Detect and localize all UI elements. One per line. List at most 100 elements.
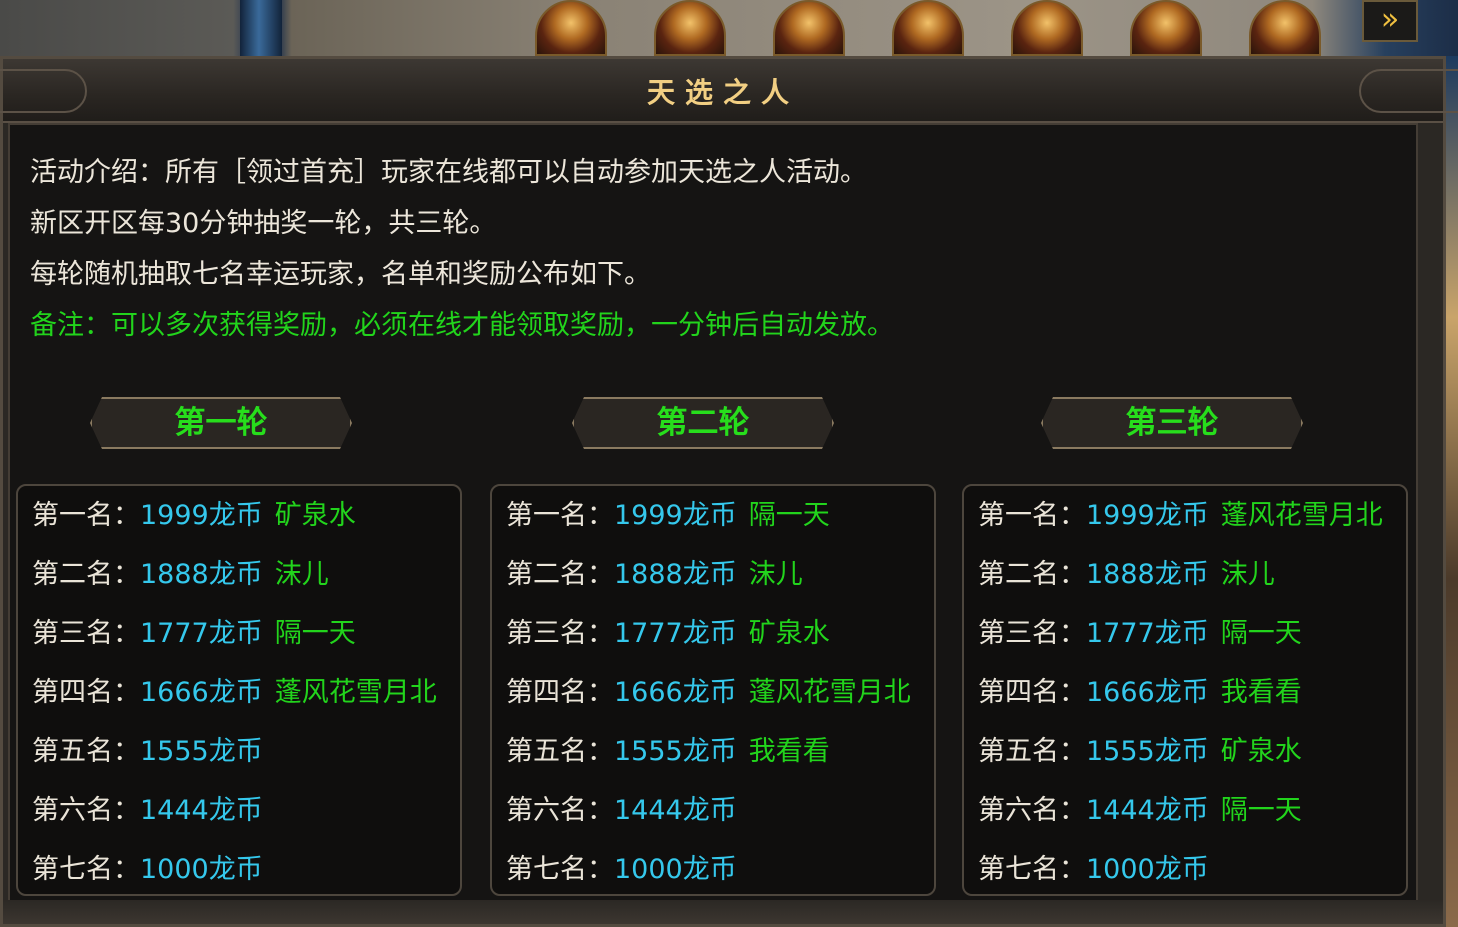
rank-label: 第二名： <box>32 559 140 590</box>
panel-bottom-border <box>3 900 1443 924</box>
rank-label: 第三名： <box>32 618 140 649</box>
intro-note: 备注：可以多次获得奖励，必须在线才能领取奖励，一分钟后自动发放。 <box>30 310 894 341</box>
rank-label: 第一名： <box>978 500 1086 531</box>
result-row: 第一名：1999龙币 矿泉水 <box>32 496 356 536</box>
reward-amount: 1888龙币 <box>1086 559 1209 590</box>
rank-label: 第四名： <box>506 677 614 708</box>
panel-title-bar: 天选之人 <box>0 59 1458 123</box>
intro-line-3: 每轮随机抽取七名幸运玩家，名单和奖励公布如下。 <box>30 259 651 290</box>
round-2-header: 第二轮 <box>572 397 834 449</box>
rank-label: 第五名： <box>506 736 614 767</box>
game-top-toolbar: » <box>0 0 1458 56</box>
reward-amount: 1000龙币 <box>1086 854 1209 885</box>
result-row: 第六名：1444龙币 隔一天 <box>978 791 1302 831</box>
player-name: 沫儿 <box>1220 559 1275 590</box>
reward-amount: 1999龙币 <box>1086 500 1209 531</box>
player-name: 蓬风花雪月北 <box>748 677 911 708</box>
background-pillar <box>240 0 282 56</box>
result-row: 第四名：1666龙币 我看看 <box>978 673 1302 713</box>
player-name: 隔一天 <box>748 500 830 531</box>
result-row: 第一名：1999龙币 隔一天 <box>506 496 830 536</box>
result-row: 第二名：1888龙币 沫儿 <box>978 555 1275 595</box>
reward-amount: 1555龙币 <box>140 736 263 767</box>
reward-amount: 1666龙币 <box>614 677 737 708</box>
activity-icon-bar <box>535 0 1321 56</box>
result-row: 第三名：1777龙币 隔一天 <box>32 614 356 654</box>
rank-label: 第六名： <box>978 795 1086 826</box>
reward-amount: 1777龙币 <box>1086 618 1209 649</box>
reward-amount: 1777龙币 <box>614 618 737 649</box>
reward-amount: 1666龙币 <box>140 677 263 708</box>
activity-icon[interactable] <box>654 0 726 56</box>
reward-amount: 1444龙币 <box>1086 795 1209 826</box>
round-3-results: 第一名：1999龙币 蓬风花雪月北 第二名：1888龙币 沫儿 第三名：1777龙币… <box>962 484 1408 896</box>
player-name: 隔一天 <box>1220 795 1302 826</box>
result-row: 第七名：1000龙币 <box>506 850 749 890</box>
intro-line-2: 新区开区每30分钟抽奖一轮，共三轮。 <box>30 208 497 239</box>
reward-amount: 1444龙币 <box>614 795 737 826</box>
rank-label: 第六名： <box>32 795 140 826</box>
reward-amount: 1555龙币 <box>614 736 737 767</box>
round-1-header: 第一轮 <box>90 397 352 449</box>
result-row: 第六名：1444龙币 <box>506 791 749 831</box>
player-name: 蓬风花雪月北 <box>1220 500 1383 531</box>
player-name: 矿泉水 <box>274 500 356 531</box>
rank-label: 第七名： <box>978 854 1086 885</box>
result-row: 第五名：1555龙币 矿泉水 <box>978 732 1302 772</box>
round-3-header: 第三轮 <box>1041 397 1303 449</box>
player-name: 矿泉水 <box>1220 736 1302 767</box>
panel-content: 活动介绍：所有［领过首充］玩家在线都可以自动参加天选之人活动。 新区开区每30分… <box>8 123 1418 903</box>
result-row: 第五名：1555龙币 <box>32 732 275 772</box>
rank-label: 第一名： <box>506 500 614 531</box>
reward-amount: 1666龙币 <box>1086 677 1209 708</box>
activity-icon[interactable] <box>535 0 607 56</box>
result-row: 第七名：1000龙币 <box>32 850 275 890</box>
event-description: 活动介绍：所有［领过首充］玩家在线都可以自动参加天选之人活动。 新区开区每30分… <box>30 147 894 351</box>
player-name: 我看看 <box>748 736 830 767</box>
activity-icon[interactable] <box>1011 0 1083 56</box>
player-name: 隔一天 <box>274 618 356 649</box>
player-name: 矿泉水 <box>748 618 830 649</box>
reward-amount: 1999龙币 <box>614 500 737 531</box>
activity-icon[interactable] <box>892 0 964 56</box>
player-name: 沫儿 <box>748 559 803 590</box>
reward-amount: 1777龙币 <box>140 618 263 649</box>
reward-amount: 1000龙币 <box>614 854 737 885</box>
result-row: 第五名：1555龙币 我看看 <box>506 732 830 772</box>
result-row: 第二名：1888龙币 沫儿 <box>506 555 803 595</box>
reward-amount: 1888龙币 <box>140 559 263 590</box>
result-row: 第四名：1666龙币 蓬风花雪月北 <box>506 673 911 713</box>
result-row: 第六名：1444龙币 <box>32 791 275 831</box>
rank-label: 第三名： <box>506 618 614 649</box>
player-name: 我看看 <box>1220 677 1302 708</box>
activity-icon[interactable] <box>1249 0 1321 56</box>
rank-label: 第四名： <box>32 677 140 708</box>
player-name: 沫儿 <box>274 559 329 590</box>
player-name: 蓬风花雪月北 <box>274 677 437 708</box>
activity-icon[interactable] <box>773 0 845 56</box>
game-background-edge <box>1444 56 1458 927</box>
rank-label: 第四名： <box>978 677 1086 708</box>
expand-arrow-icon[interactable]: » <box>1362 0 1418 42</box>
reward-amount: 1888龙币 <box>614 559 737 590</box>
result-row: 第四名：1666龙币 蓬风花雪月北 <box>32 673 437 713</box>
rank-label: 第一名： <box>32 500 140 531</box>
reward-amount: 1000龙币 <box>140 854 263 885</box>
activity-icon[interactable] <box>1130 0 1202 56</box>
intro-line-1: 活动介绍：所有［领过首充］玩家在线都可以自动参加天选之人活动。 <box>30 157 867 188</box>
rank-label: 第五名： <box>32 736 140 767</box>
round-1-results: 第一名：1999龙币 矿泉水 第二名：1888龙币 沫儿 第三名：1777龙币 隔一天… <box>16 484 462 896</box>
rank-label: 第二名： <box>978 559 1086 590</box>
reward-amount: 1555龙币 <box>1086 736 1209 767</box>
rank-label: 第五名： <box>978 736 1086 767</box>
reward-amount: 1999龙币 <box>140 500 263 531</box>
round-2-results: 第一名：1999龙币 隔一天 第二名：1888龙币 沫儿 第三名：1777龙币 矿泉水… <box>490 484 936 896</box>
rank-label: 第七名： <box>32 854 140 885</box>
player-name: 隔一天 <box>1220 618 1302 649</box>
result-row: 第三名：1777龙币 隔一天 <box>978 614 1302 654</box>
result-row: 第七名：1000龙币 <box>978 850 1221 890</box>
result-row: 第一名：1999龙币 蓬风花雪月北 <box>978 496 1383 536</box>
rank-label: 第七名： <box>506 854 614 885</box>
panel-title: 天选之人 <box>646 76 799 109</box>
rank-label: 第六名： <box>506 795 614 826</box>
